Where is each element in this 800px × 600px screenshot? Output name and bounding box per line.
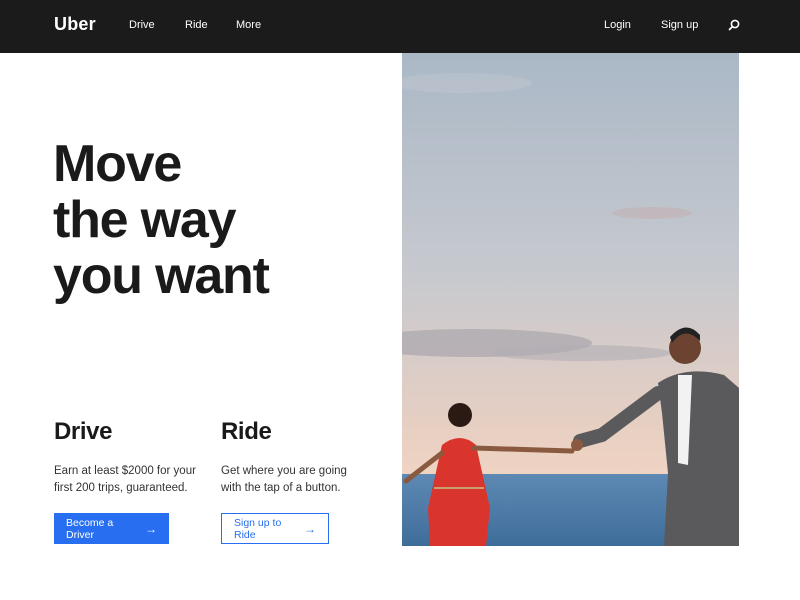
hero-photo: [402, 53, 739, 546]
hero-line-1: Move: [53, 135, 182, 193]
hero-title: Move the way you want: [53, 136, 383, 304]
hero-line-3: you want: [53, 247, 270, 305]
hero-line-2: the way: [53, 191, 237, 249]
signup-ride-button[interactable]: Sign up to Ride →: [221, 513, 329, 544]
signup-link[interactable]: Sign up: [661, 19, 698, 31]
ride-heading: Ride: [221, 418, 272, 445]
nav-more[interactable]: More: [236, 19, 261, 31]
nav-drive[interactable]: Drive: [129, 19, 155, 31]
top-nav: Uber Drive Ride More Login Sign up: [0, 0, 800, 53]
nav-ride[interactable]: Ride: [185, 19, 208, 31]
ride-section: Ride Get where you are going with the ta…: [221, 418, 361, 497]
arrow-right-icon: →: [145, 521, 157, 536]
become-driver-label: Become a Driver: [66, 516, 114, 541]
signup-ride-label: Sign up to Ride: [234, 516, 282, 541]
arrow-right-icon: →: [304, 521, 316, 536]
become-driver-button[interactable]: Become a Driver →: [54, 513, 169, 544]
drive-description: Earn at least $2000 for your first 200 t…: [54, 465, 196, 494]
drive-heading: Drive: [54, 418, 113, 445]
search-icon[interactable]: [728, 19, 740, 31]
uber-logo[interactable]: Uber: [54, 14, 96, 35]
drive-section: Drive Earn at least $2000 for your first…: [54, 418, 214, 497]
login-link[interactable]: Login: [604, 19, 631, 31]
ride-description: Get where you are going with the tap of …: [221, 465, 347, 494]
